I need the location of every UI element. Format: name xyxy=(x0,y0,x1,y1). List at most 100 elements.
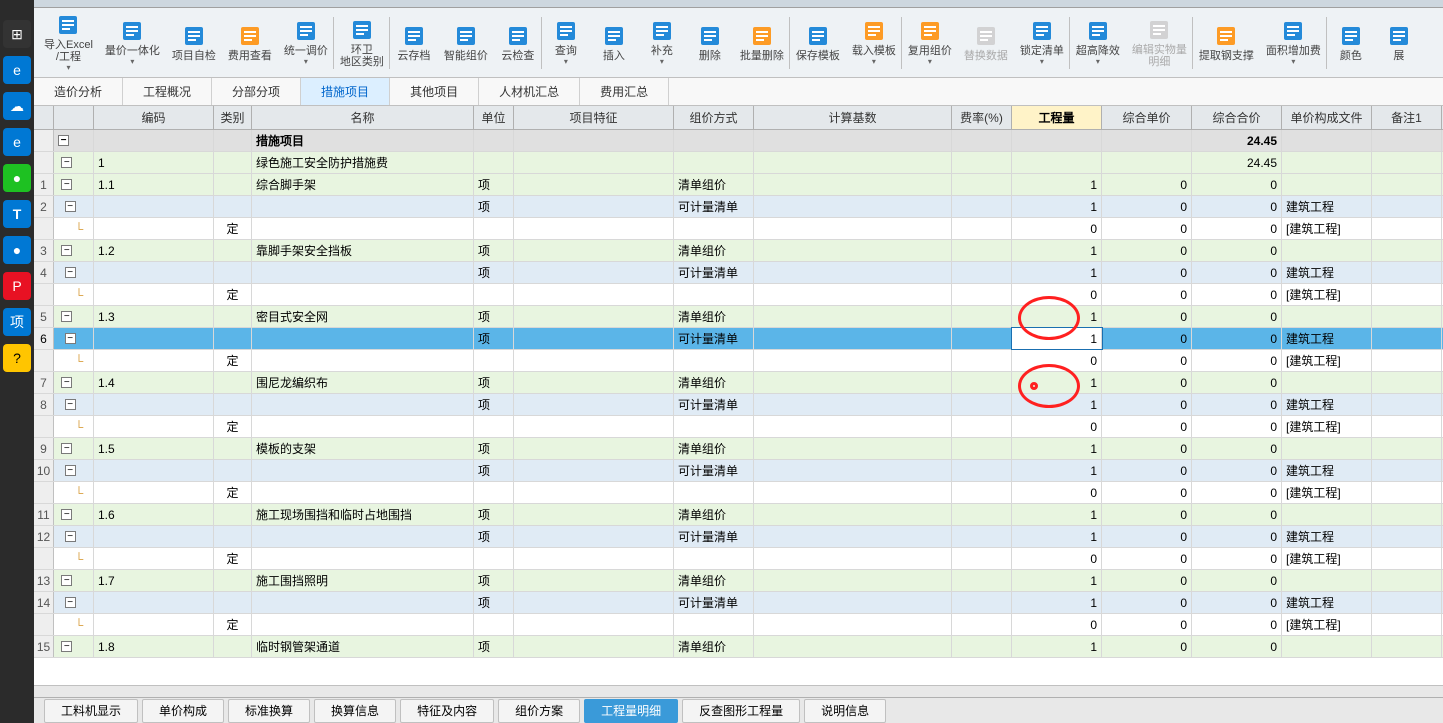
cell[interactable]: 1 xyxy=(1012,328,1102,349)
cell[interactable] xyxy=(252,218,474,239)
cell[interactable]: 0 xyxy=(1102,548,1192,569)
cell[interactable] xyxy=(1372,592,1442,613)
cell[interactable]: 定 xyxy=(214,416,252,437)
cell[interactable] xyxy=(754,306,952,327)
cell[interactable] xyxy=(94,548,214,569)
cell[interactable]: 模板的支架 xyxy=(252,438,474,459)
cell[interactable] xyxy=(952,636,1012,657)
cell[interactable] xyxy=(1372,482,1442,503)
cell[interactable] xyxy=(214,152,252,173)
cell[interactable]: 项 xyxy=(474,328,514,349)
cell[interactable]: 定 xyxy=(214,614,252,635)
cell[interactable]: 1 xyxy=(1012,174,1102,195)
cell[interactable]: 0 xyxy=(1102,328,1192,349)
cell[interactable]: 0 xyxy=(1102,372,1192,393)
cell[interactable]: 0 xyxy=(1012,482,1102,503)
cell[interactable]: 项 xyxy=(474,570,514,591)
table-row[interactable]: −1绿色施工安全防护措施费24.45 xyxy=(34,152,1443,174)
cell[interactable] xyxy=(674,218,754,239)
cell[interactable] xyxy=(754,130,952,151)
tree-cell[interactable]: − xyxy=(54,372,94,393)
cell[interactable]: 0 xyxy=(1192,614,1282,635)
cell[interactable] xyxy=(1282,174,1372,195)
ribbon-展[interactable]: 展 xyxy=(1375,10,1423,75)
cell[interactable] xyxy=(514,416,674,437)
ribbon-颜色[interactable]: 颜色 xyxy=(1327,10,1375,75)
row-number[interactable]: 6 xyxy=(34,328,54,349)
ribbon-复用组价[interactable]: 复用组价▾ xyxy=(902,10,958,75)
row-number[interactable]: 8 xyxy=(34,394,54,415)
cell[interactable]: 0 xyxy=(1192,196,1282,217)
tree-cell[interactable]: − xyxy=(54,240,94,261)
row-number[interactable]: 9 xyxy=(34,438,54,459)
table-row[interactable]: └定000[建筑工程] xyxy=(34,416,1443,438)
cell[interactable] xyxy=(1372,460,1442,481)
cell[interactable] xyxy=(94,262,214,283)
cell[interactable] xyxy=(474,130,514,151)
cell[interactable] xyxy=(1372,526,1442,547)
cell[interactable] xyxy=(252,416,474,437)
cell[interactable] xyxy=(952,526,1012,547)
table-row[interactable]: 3 −1.2靠脚手架安全挡板项清单组价100 xyxy=(34,240,1443,262)
cell[interactable] xyxy=(214,592,252,613)
cell[interactable]: 0 xyxy=(1192,592,1282,613)
cell[interactable]: 项 xyxy=(474,636,514,657)
table-row[interactable]: 15 −1.8临时钢管架通道项清单组价100 xyxy=(34,636,1443,658)
cell[interactable] xyxy=(252,328,474,349)
table-row[interactable]: 12 −项可计量清单100建筑工程 xyxy=(34,526,1443,548)
cell[interactable]: 临时钢管架通道 xyxy=(252,636,474,657)
cell[interactable]: 0 xyxy=(1102,460,1192,481)
cell[interactable] xyxy=(754,372,952,393)
table-row[interactable]: └定000[建筑工程] xyxy=(34,614,1443,636)
cell[interactable] xyxy=(1372,350,1442,371)
cell[interactable] xyxy=(1102,130,1192,151)
row-number[interactable]: 12 xyxy=(34,526,54,547)
cell[interactable]: 0 xyxy=(1102,636,1192,657)
cell[interactable] xyxy=(214,174,252,195)
cell[interactable] xyxy=(1282,438,1372,459)
cell[interactable]: 0 xyxy=(1102,262,1192,283)
cell[interactable] xyxy=(952,482,1012,503)
cell[interactable]: 0 xyxy=(1012,350,1102,371)
cell[interactable]: 清单组价 xyxy=(674,174,754,195)
row-number[interactable]: 10 xyxy=(34,460,54,481)
cell[interactable] xyxy=(514,306,674,327)
cell[interactable]: 0 xyxy=(1192,636,1282,657)
ribbon-插入[interactable]: 插入 xyxy=(590,10,638,75)
cell[interactable]: 清单组价 xyxy=(674,636,754,657)
cell[interactable]: 1 xyxy=(1012,372,1102,393)
bottom-tab-工料机显示[interactable]: 工料机显示 xyxy=(44,699,138,723)
tree-cell[interactable]: − xyxy=(54,526,94,547)
cell[interactable] xyxy=(754,504,952,525)
cell[interactable]: [建筑工程] xyxy=(1282,284,1372,305)
taskbar-icon[interactable]: e xyxy=(3,56,31,84)
cell[interactable] xyxy=(214,570,252,591)
cell[interactable]: 1 xyxy=(1012,438,1102,459)
tree-cell[interactable]: └ xyxy=(54,350,94,371)
cell[interactable] xyxy=(1372,284,1442,305)
ribbon-补充[interactable]: 补充▾ xyxy=(638,10,686,75)
cell[interactable]: [建筑工程] xyxy=(1282,482,1372,503)
table-row[interactable]: 1 −1.1综合脚手架项清单组价100 xyxy=(34,174,1443,196)
cell[interactable]: 项 xyxy=(474,394,514,415)
cell[interactable] xyxy=(754,394,952,415)
tree-cell[interactable]: └ xyxy=(54,416,94,437)
cell[interactable]: 0 xyxy=(1192,174,1282,195)
cell[interactable] xyxy=(1282,570,1372,591)
cell[interactable] xyxy=(514,218,674,239)
ribbon-锁定清单[interactable]: 锁定清单▾ xyxy=(1014,10,1070,75)
tree-cell[interactable]: └ xyxy=(54,284,94,305)
cell[interactable]: 可计量清单 xyxy=(674,460,754,481)
cell[interactable] xyxy=(214,262,252,283)
table-row[interactable]: 14 −项可计量清单100建筑工程 xyxy=(34,592,1443,614)
cell[interactable]: 0 xyxy=(1192,284,1282,305)
cell[interactable]: 0 xyxy=(1192,482,1282,503)
cell[interactable]: 0 xyxy=(1102,196,1192,217)
cell[interactable]: 0 xyxy=(1102,614,1192,635)
column-header[interactable]: 计算基数 xyxy=(754,106,952,129)
cell[interactable]: 清单组价 xyxy=(674,240,754,261)
taskbar-icon[interactable]: ? xyxy=(3,344,31,372)
cell[interactable]: 1 xyxy=(1012,636,1102,657)
cell[interactable]: 24.45 xyxy=(1192,130,1282,151)
cell[interactable] xyxy=(514,636,674,657)
